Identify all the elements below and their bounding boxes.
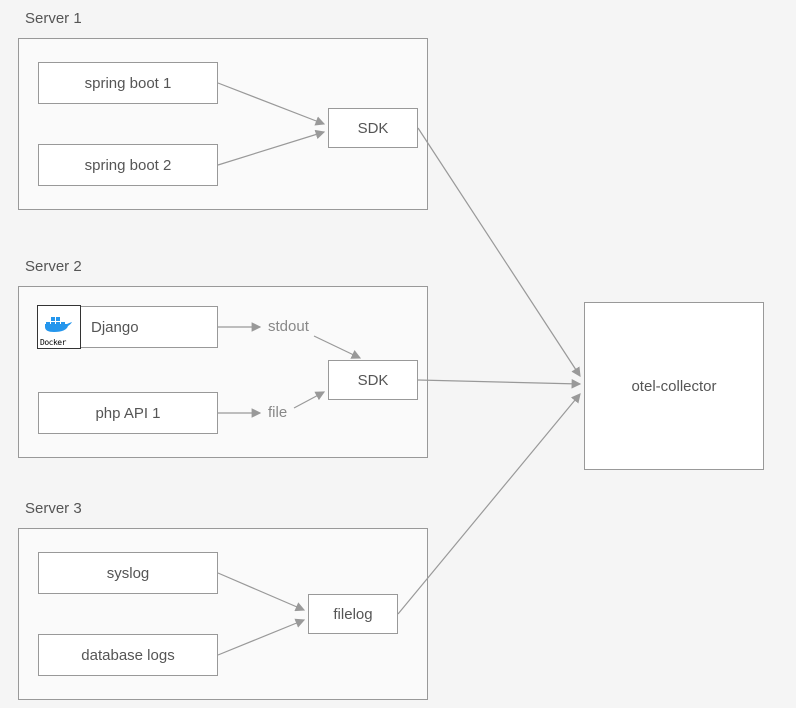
spring-boot-2-label: spring boot 2 — [85, 157, 172, 174]
database-logs-box: database logs — [38, 634, 218, 676]
server3-label: Server 3 — [22, 500, 85, 517]
filelog-label: filelog — [333, 606, 372, 623]
syslog-box: syslog — [38, 552, 218, 594]
php-api-1-label: php API 1 — [95, 405, 160, 422]
file-label: file — [268, 404, 287, 421]
server2-label: Server 2 — [22, 258, 85, 275]
database-logs-label: database logs — [81, 647, 174, 664]
spring-boot-1-label: spring boot 1 — [85, 75, 172, 92]
docker-icon: Docker — [37, 305, 81, 349]
php-api-1-box: php API 1 — [38, 392, 218, 434]
server2-sdk-box: SDK — [328, 360, 418, 400]
server1-sdk-box: SDK — [328, 108, 418, 148]
stdout-label: stdout — [268, 318, 309, 335]
otel-collector-box: otel-collector — [584, 302, 764, 470]
django-label: Django — [91, 319, 139, 336]
spring-boot-1-box: spring boot 1 — [38, 62, 218, 104]
server1-sdk-label: SDK — [358, 120, 389, 137]
otel-collector-label: otel-collector — [631, 378, 716, 395]
filelog-box: filelog — [308, 594, 398, 634]
server2-sdk-label: SDK — [358, 372, 389, 389]
syslog-label: syslog — [107, 565, 150, 582]
docker-text-label: Docker — [40, 338, 66, 347]
spring-boot-2-box: spring boot 2 — [38, 144, 218, 186]
server1-label: Server 1 — [22, 10, 85, 27]
